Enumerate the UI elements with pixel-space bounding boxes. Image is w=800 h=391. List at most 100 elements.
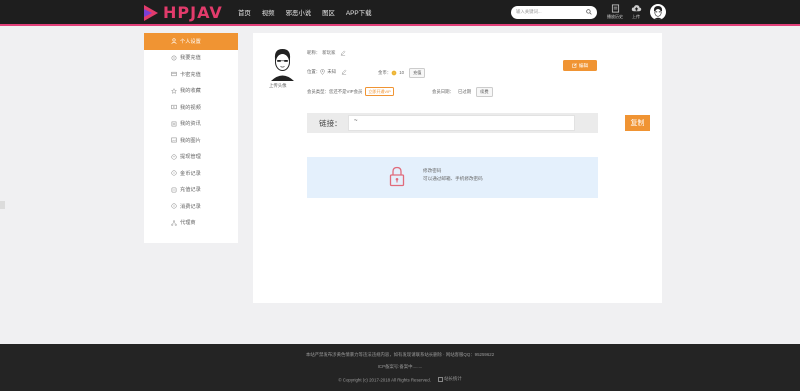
member-type-value: 您还不是VIP会员 [328, 88, 363, 94]
sidebar-item-label: 我的图片 [180, 137, 201, 144]
coin-icon [171, 55, 177, 60]
copy-link-button[interactable]: 复制 [625, 115, 650, 131]
profile-avatar[interactable] [269, 46, 296, 81]
share-link-label: 链接： [319, 119, 342, 128]
cloud-upload-icon [631, 5, 641, 12]
nickname-row: 昵称： 新玩家 [307, 50, 346, 56]
nickname-value: 新玩家 [322, 50, 336, 55]
location-row: 位置： 未知 [307, 69, 347, 75]
edit-pencil-icon[interactable] [341, 69, 347, 75]
sidebar-item-agent[interactable]: 代理商 [144, 215, 238, 232]
card-icon [171, 71, 177, 77]
stats-badge[interactable]: 站长统计 [438, 376, 462, 382]
history-button[interactable]: 播放历史 [605, 4, 625, 20]
member-expire-row: 会员日期： 已过期 续费 [432, 87, 493, 97]
sidebar-item-label: 我要充值 [180, 55, 201, 62]
sidebar-item-label: 充值记录 [180, 187, 201, 194]
video-icon [171, 104, 177, 110]
sidebar-item-label: 代理商 [180, 220, 196, 227]
image-icon [171, 137, 177, 143]
share-link-row: 链接： ~ 复制 [307, 113, 650, 133]
agent-icon [171, 219, 177, 226]
nickname-label: 昵称： [307, 50, 321, 55]
sidebar-item-favorites[interactable]: 我的收藏 [144, 83, 238, 100]
gold-log-icon [171, 170, 177, 176]
broken-image-icon [438, 376, 444, 382]
news-icon [171, 121, 177, 126]
sidebar-item-recharge[interactable]: 我要充值 [144, 50, 238, 67]
spend-log-icon [171, 203, 177, 209]
site-logo[interactable]: HPJAV [142, 3, 223, 22]
sidebar-item-label: 我的收藏 [180, 88, 201, 95]
coins-icon [391, 70, 397, 76]
top-navbar: HPJAV 首页 视频 邪恶小说 图区 APP下载 输入关键词... 播放历史 … [0, 0, 800, 24]
history-icon [611, 4, 619, 13]
nav-novel[interactable]: 邪恶小说 [286, 8, 312, 17]
sidebar-item-recharge-log[interactable]: 充值记录 [144, 182, 238, 199]
upload-avatar-link[interactable]: 上传头像 [269, 83, 287, 89]
stats-badge-alt: 站长统计 [444, 376, 462, 381]
location-label: 位置： [307, 69, 321, 74]
share-link-value: ~ [354, 118, 358, 124]
member-expire-label: 会员日期： [432, 88, 454, 94]
coins-label: 金币： [378, 69, 392, 75]
footer-copyright: © Copyright (c) 2017-2018 All Rights Res… [338, 377, 431, 383]
share-link-input[interactable]: ~ [348, 115, 575, 131]
recharge-button[interactable]: 充值 [409, 68, 426, 78]
user-avatar-icon [653, 6, 663, 20]
sidebar-item-label: 我的资讯 [180, 121, 201, 128]
withdraw-icon [171, 153, 177, 160]
sidebar-item-my-news[interactable]: 我的资讯 [144, 116, 238, 133]
nav-home[interactable]: 首页 [238, 8, 251, 17]
edit-pencil-icon[interactable] [340, 50, 346, 56]
sidebar-item-my-images[interactable]: 我的图片 [144, 132, 238, 149]
sidebar-item-label: 我的视频 [180, 104, 201, 111]
user-icon [171, 38, 177, 44]
footer-icp: ICP备案号:备案中........ [377, 364, 423, 369]
renew-button[interactable]: 续费 [476, 87, 493, 97]
nav-gallery[interactable]: 图区 [322, 8, 335, 17]
nav-app-download[interactable]: APP下载 [346, 8, 372, 17]
sidebar-item-withdraw[interactable]: 提现管理 [144, 149, 238, 166]
coins-row: 金币： 10 充值 [378, 68, 426, 78]
edit-profile-label: 编辑 [578, 62, 589, 68]
sidebar-item-label: 卡密充值 [180, 71, 201, 78]
sidebar-item-my-videos[interactable]: 我的视频 [144, 99, 238, 116]
sidebar-item-gold-log[interactable]: 金币记录 [144, 165, 238, 182]
profile-panel: 上传头像 昵称： 新玩家 位置： 未知 金币： 10 充值 会员类型： 您还不是… [253, 33, 662, 303]
footer-disclaimer: 本站严禁发布涉黄色情暴力等违法违规内容，如有发现请联系站长删除 · 网站客服QQ… [305, 352, 495, 357]
sidebar-item-profile[interactable]: 个人设置 [144, 33, 238, 50]
star-icon [171, 87, 177, 94]
play-logo-icon [144, 4, 158, 21]
logo-text: HPJAV [163, 3, 223, 22]
site-footer: 本站严禁发布涉黄色情暴力等违法违规内容，如有发现请联系站长删除 · 网站客服QQ… [0, 344, 800, 391]
change-password-title[interactable]: 修改密码 [423, 168, 441, 174]
open-vip-button[interactable]: 立即开通VIP [365, 87, 394, 96]
member-type-row: 会员类型： 您还不是VIP会员 立即开通VIP [307, 87, 394, 96]
change-password-desc: 可以通过邮箱、手机修改密码 [423, 176, 483, 181]
main-nav: 首页 视频 邪恶小说 图区 APP下载 [238, 8, 382, 17]
location-value: 未知 [327, 69, 336, 74]
side-tab[interactable] [0, 201, 5, 209]
nav-video[interactable]: 视频 [262, 8, 275, 17]
member-expire-value: 已过期 [457, 88, 472, 94]
recharge-log-icon [171, 187, 177, 192]
upload-button[interactable]: 上传 [626, 4, 646, 20]
history-label: 播放历史 [607, 14, 623, 19]
sidebar-item-label: 提现管理 [180, 154, 201, 161]
user-avatar[interactable] [650, 4, 666, 20]
header-divider [0, 24, 800, 26]
sidebar-item-card-recharge[interactable]: 卡密充值 [144, 66, 238, 83]
edit-profile-button[interactable]: 编辑 [563, 60, 597, 71]
member-type-label: 会员类型： [307, 88, 329, 94]
search-icon[interactable] [586, 9, 592, 15]
search-input[interactable]: 输入关键词... [516, 9, 542, 15]
upload-label: 上传 [632, 14, 640, 19]
edit-icon [572, 63, 577, 68]
search-box[interactable]: 输入关键词... [511, 6, 597, 19]
location-pin-icon [320, 69, 325, 75]
sidebar-item-spend-log[interactable]: 消费记录 [144, 198, 238, 215]
footer-copyright-row: © Copyright (c) 2017-2018 All Rights Res… [0, 376, 800, 383]
coins-value: 10 [399, 70, 405, 76]
change-password-card[interactable]: 修改密码 可以通过邮箱、手机修改密码 [307, 157, 598, 198]
